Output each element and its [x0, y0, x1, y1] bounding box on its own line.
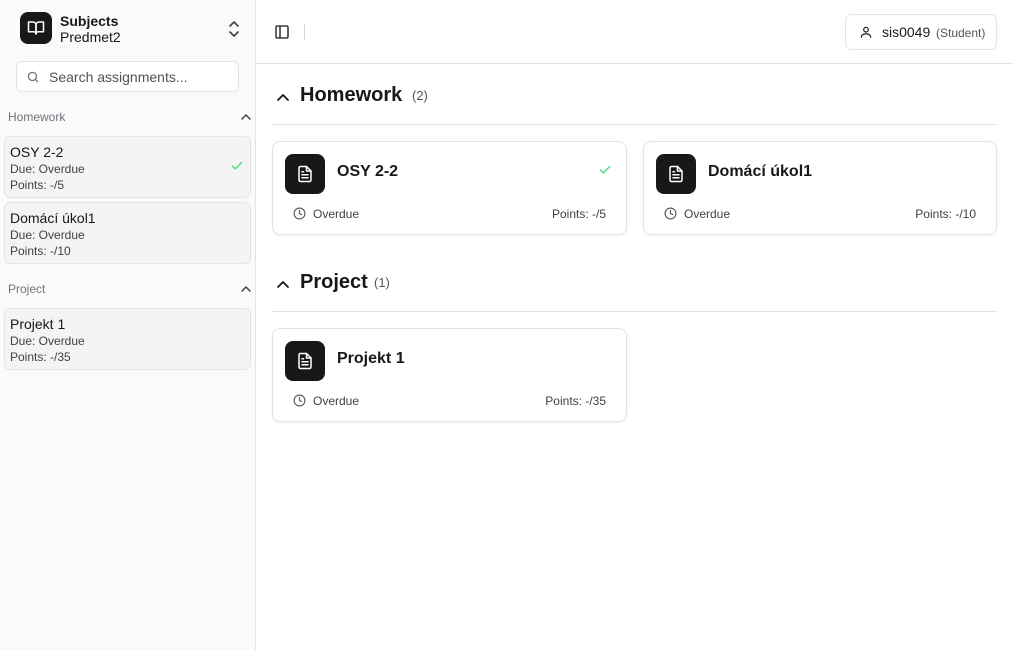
book-open-icon [20, 12, 52, 44]
sidebar-assignment-name: OSY 2-2 [10, 144, 64, 160]
card-title: OSY 2-2 [337, 163, 399, 180]
sidebar-assignment[interactable]: Projekt 1 Due: Overdue Points: -/35 [4, 308, 251, 370]
clock-icon [293, 207, 306, 220]
sidebar-assignment-points: Points: -/10 [10, 244, 71, 258]
sidebar-assignment-name: Domácí úkol1 [10, 210, 96, 226]
sidebar-assignment-due: Due: Overdue [10, 162, 85, 176]
search-input[interactable] [49, 66, 234, 87]
check-icon [599, 165, 611, 174]
top-bar: sis0049 (Student) [256, 0, 1013, 64]
section-divider [272, 124, 997, 125]
section-header-homework[interactable]: Homework (2) [272, 78, 997, 114]
card-title: Projekt 1 [337, 350, 405, 367]
sidebar-assignment-name: Projekt 1 [10, 316, 66, 332]
panel-left-icon [275, 25, 289, 39]
check-icon [231, 161, 243, 170]
chevron-up-icon [277, 94, 289, 101]
section-header-project[interactable]: Project (1) [272, 265, 997, 301]
sidebar-assignment-due: Due: Overdue [10, 228, 85, 242]
sidebar-toggle-button[interactable] [270, 20, 294, 44]
clock-icon [664, 207, 677, 220]
sidebar-assignment-points: Points: -/35 [10, 350, 71, 364]
section-count: (2) [412, 88, 428, 103]
user-menu-button[interactable]: sis0049 (Student) [845, 14, 997, 50]
subject-switcher[interactable]: Subjects Predmet2 [12, 8, 248, 50]
file-text-icon [285, 154, 325, 194]
group-header-homework[interactable]: Homework [8, 108, 254, 126]
card-points: Points: -/10 [915, 207, 976, 221]
user-icon [860, 26, 872, 38]
user-name: sis0049 [882, 24, 931, 40]
file-text-icon [656, 154, 696, 194]
assignment-card[interactable]: Projekt 1 Overdue Points: -/35 [272, 328, 627, 422]
chevron-up-icon [277, 281, 289, 288]
card-status: Overdue [684, 207, 731, 221]
file-text-icon [285, 341, 325, 381]
card-status: Overdue [313, 394, 360, 408]
group-label: Project [8, 282, 46, 296]
card-title: Domácí úkol1 [708, 163, 813, 180]
clock-icon [293, 394, 306, 407]
section-divider [272, 311, 997, 312]
sidebar-assignment[interactable]: Domácí úkol1 Due: Overdue Points: -/10 [4, 202, 251, 264]
sidebar: Subjects Predmet2 Homework OSY 2-2 Due: … [0, 0, 256, 650]
assignment-card[interactable]: Domácí úkol1 Overdue Points: -/10 [643, 141, 997, 235]
section-title: Project [300, 271, 368, 293]
search-box [16, 61, 239, 92]
sidebar-assignment-due: Due: Overdue [10, 334, 85, 348]
section-title: Homework [300, 84, 403, 106]
user-role: (Student) [936, 26, 986, 40]
group-header-project[interactable]: Project [8, 280, 254, 298]
search-icon [27, 71, 39, 83]
card-points: Points: -/35 [545, 394, 606, 408]
section-count: (1) [374, 275, 390, 290]
subject-switcher-current: Predmet2 [60, 29, 121, 45]
chevrons-up-down-icon [229, 21, 239, 37]
sidebar-assignment-points: Points: -/5 [10, 178, 65, 192]
assignment-card[interactable]: OSY 2-2 Overdue Points: -/5 [272, 141, 627, 235]
card-status: Overdue [313, 207, 360, 221]
chevron-up-icon [241, 286, 251, 292]
card-points: Points: -/5 [551, 207, 606, 221]
chevron-up-icon [241, 114, 251, 120]
topbar-divider [304, 24, 305, 40]
group-label: Homework [8, 110, 66, 124]
subject-switcher-title: Subjects [60, 13, 119, 29]
sidebar-assignment[interactable]: OSY 2-2 Due: Overdue Points: -/5 [4, 136, 251, 198]
